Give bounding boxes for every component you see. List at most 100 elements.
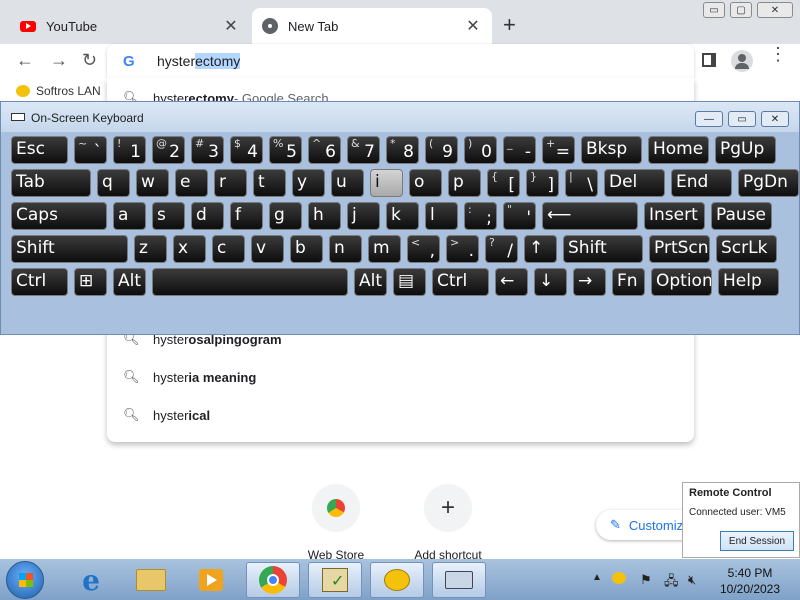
key-e[interactable]: e (175, 169, 208, 197)
key-3[interactable]: #3 (191, 136, 224, 164)
key-6[interactable]: ^ 6 (308, 136, 341, 164)
osk-close-button[interactable]: ✕ (761, 111, 789, 127)
side-panel-icon[interactable] (702, 53, 716, 67)
key-home[interactable]: Home (648, 136, 709, 164)
osk-minimize-button[interactable]: — (695, 111, 723, 127)
key-c[interactable]: c (212, 235, 245, 263)
key-5[interactable]: % 5 (269, 136, 302, 164)
forward-arrow-icon[interactable]: → (50, 50, 68, 71)
file-explorer-taskbar-button[interactable] (124, 562, 178, 598)
key-insert[interactable]: Insert (644, 202, 705, 230)
key-d[interactable]: d (191, 202, 224, 230)
key-alt[interactable]: Alt (113, 268, 146, 296)
system-clock[interactable]: 5:40 PM 10/20/2023 (710, 565, 790, 597)
tab-new-tab[interactable]: New Tab ✕ (252, 8, 492, 44)
key-sym4-9[interactable]: → (573, 268, 606, 296)
key-bksp[interactable]: Bksp (581, 136, 642, 164)
key-j[interactable]: j (347, 202, 380, 230)
key-end[interactable]: End (671, 169, 732, 197)
key-v[interactable]: v (251, 235, 284, 263)
start-button[interactable] (6, 561, 44, 599)
key-options[interactable]: Options (651, 268, 712, 296)
suggestion-item[interactable]: 🔍︎ hyster ia meaning (123, 359, 256, 395)
key-esc[interactable]: Esc (11, 136, 68, 164)
key-ctrl[interactable]: Ctrl (11, 268, 68, 296)
close-window-button[interactable]: ✕ (757, 2, 793, 18)
key-sym4-1[interactable]: ⊞ (74, 268, 107, 296)
key-q[interactable]: q (97, 169, 130, 197)
key-sym2-12[interactable]: ⟵ (542, 202, 638, 230)
reload-icon[interactable]: ↻ (82, 50, 97, 71)
key-pgdn[interactable]: PgDn (738, 169, 799, 197)
key-b[interactable]: b (290, 235, 323, 263)
menu-kebab-icon[interactable]: ⋮ (769, 45, 787, 63)
close-tab-icon[interactable]: ✕ (222, 16, 240, 36)
key-pgup[interactable]: PgUp (715, 136, 776, 164)
key-sym4-8[interactable]: ↓ (534, 268, 567, 296)
key-u[interactable]: u (331, 169, 364, 197)
key-8[interactable]: * 8 (386, 136, 419, 164)
key-f[interactable]: f (230, 202, 263, 230)
key-0[interactable]: ) 0 (464, 136, 497, 164)
add-shortcut-button[interactable]: + (424, 484, 472, 532)
close-tab-icon[interactable]: ✕ (464, 16, 482, 36)
key-o[interactable]: o (409, 169, 442, 197)
bookmark-softros-lan[interactable]: Softros LAN (16, 84, 101, 98)
key-1[interactable]: ! 1 (113, 136, 146, 164)
key-h[interactable]: h (308, 202, 341, 230)
key-7[interactable]: & 7 (347, 136, 380, 164)
minimize-window-button[interactable]: ▭ (703, 2, 725, 18)
key-2[interactable]: @2 (152, 136, 185, 164)
key-9[interactable]: (9 (425, 136, 458, 164)
media-player-taskbar-button[interactable] (184, 562, 238, 598)
key-a[interactable]: a (113, 202, 146, 230)
key-pause[interactable]: Pause (711, 202, 772, 230)
key-sym3-10[interactable]: ? / (485, 235, 518, 263)
key-sym0-12[interactable]: _ - (503, 136, 536, 164)
key-del[interactable]: Del (604, 169, 665, 197)
internet-explorer-taskbar-button[interactable]: e (64, 562, 118, 598)
key-4[interactable]: $4 (230, 136, 263, 164)
key-r[interactable]: r (214, 169, 247, 197)
tab-youtube[interactable]: YouTube ✕ (10, 8, 250, 44)
key-help[interactable]: Help (718, 268, 779, 296)
key-z[interactable]: z (134, 235, 167, 263)
key-i[interactable]: i (370, 169, 403, 197)
end-session-button[interactable]: End Session (720, 531, 794, 551)
key-t[interactable]: t (253, 169, 286, 197)
key-shift[interactable]: Shift (11, 235, 128, 263)
key-m[interactable]: m (368, 235, 401, 263)
key-sym1-12[interactable]: }] (526, 169, 559, 197)
key-s[interactable]: s (152, 202, 185, 230)
key-alt[interactable]: Alt (354, 268, 387, 296)
key-sym3-11[interactable]: ↑ (524, 235, 557, 263)
on-screen-keyboard-taskbar-button[interactable] (432, 562, 486, 598)
chrome-taskbar-button[interactable] (246, 562, 300, 598)
suggestion-item[interactable]: 🔍︎ hyster ical (123, 397, 210, 433)
key-sym2-11[interactable]: " ' (503, 202, 536, 230)
new-tab-button[interactable]: + (503, 12, 516, 38)
key-w[interactable]: w (136, 169, 169, 197)
key-p[interactable]: p (448, 169, 481, 197)
key-sym4-5[interactable]: ▤ (393, 268, 426, 296)
volume-muted-icon[interactable]: 🔇︎ (688, 572, 696, 588)
key-sym3-8[interactable]: <, (407, 235, 440, 263)
key-shift[interactable]: Shift (563, 235, 643, 263)
omnibox-input[interactable]: hysterectomy (157, 53, 241, 69)
key-fn[interactable]: Fn (612, 268, 645, 296)
key-y[interactable]: y (292, 169, 325, 197)
key-x[interactable]: x (173, 235, 206, 263)
maximize-window-button[interactable]: ▢ (730, 2, 752, 18)
key-prtscn[interactable]: PrtScn (649, 235, 710, 263)
key-sym2-10[interactable]: :; (464, 202, 497, 230)
key-sym0-13[interactable]: + = (542, 136, 575, 164)
task-app-taskbar-button[interactable]: ✓ (308, 562, 362, 598)
show-hidden-icons-arrow[interactable]: ▲ (592, 572, 602, 583)
key-sym3-9[interactable]: >. (446, 235, 479, 263)
osk-maximize-button[interactable]: ▭ (728, 111, 756, 127)
profile-avatar-icon[interactable] (731, 50, 753, 72)
key-space[interactable] (152, 268, 348, 296)
key-n[interactable]: n (329, 235, 362, 263)
key-ctrl[interactable]: Ctrl (432, 268, 489, 296)
network-icon[interactable]: 🖧 (664, 572, 679, 594)
